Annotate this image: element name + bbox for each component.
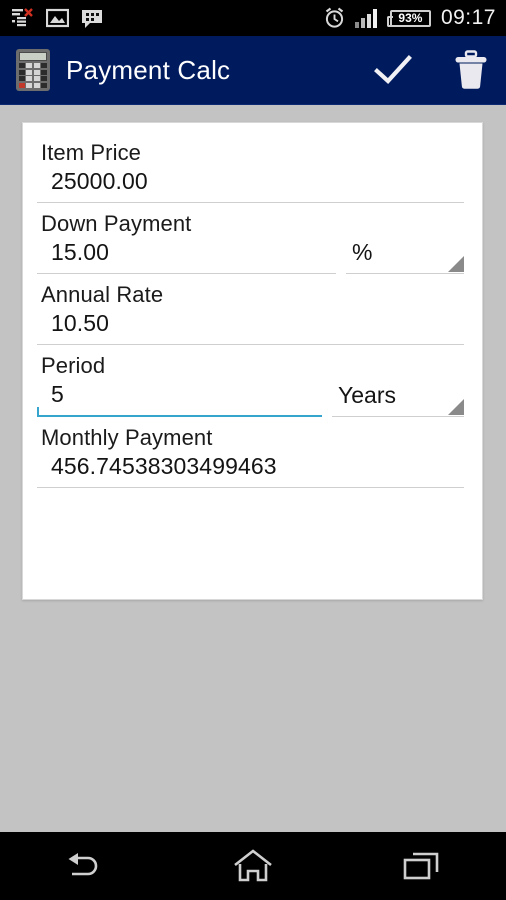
period-unit-label: Years (338, 381, 396, 408)
down-payment-input[interactable]: 15.00 (37, 240, 336, 275)
chevron-down-icon (448, 398, 464, 415)
status-bar-left-icons (12, 8, 103, 29)
field-label-item-price: Item Price (41, 140, 142, 165)
back-arrow-icon (68, 853, 98, 876)
field-annual-rate: Annual Rate 10.50 (37, 282, 464, 346)
down-payment-unit-spinner[interactable]: % (346, 239, 464, 275)
field-label-period: Period (41, 353, 106, 379)
chevron-down-icon (448, 256, 464, 273)
confirm-check-button[interactable] (372, 52, 414, 88)
item-price-input[interactable]: 25000.00 (37, 168, 464, 204)
monthly-payment-output[interactable]: 456.74538303499463 (37, 453, 464, 488)
field-label-down-payment: Down Payment (41, 211, 192, 237)
battery-percent-label: 93% (398, 11, 423, 25)
home-icon (234, 849, 272, 882)
payment-form-card: Item Price 25000.00 Down Payment 15.00 %… (22, 122, 483, 600)
down-payment-unit-label: % (352, 239, 373, 266)
annual-rate-input[interactable]: 10.50 (37, 311, 464, 346)
field-label-monthly-payment: Monthly Payment (41, 424, 213, 450)
calculator-display (19, 52, 47, 61)
task-error-icon (12, 8, 33, 27)
action-bar-buttons (372, 50, 488, 90)
nav-back-button[interactable] (39, 832, 129, 900)
calculator-keys (19, 63, 47, 88)
delete-button[interactable] (454, 50, 488, 90)
field-item-price: Item Price 25000.00 (37, 140, 464, 204)
bbm-chat-icon (82, 9, 102, 28)
nav-recents-button[interactable] (377, 832, 467, 900)
action-bar: Payment Calc (0, 36, 506, 105)
page-title: Payment Calc (66, 54, 231, 85)
signal-bars-icon (354, 9, 377, 28)
nav-home-button[interactable] (208, 832, 298, 900)
recents-icon (403, 852, 438, 880)
image-icon (46, 8, 69, 28)
android-navigation-bar (0, 832, 506, 900)
field-period: Period 5 Years (37, 353, 464, 417)
calculator-icon (16, 49, 50, 91)
field-down-payment: Down Payment 15.00 % (37, 211, 464, 275)
period-input[interactable]: 5 (37, 382, 322, 417)
battery-indicator: 93% (386, 9, 431, 27)
alarm-clock-icon (325, 7, 344, 28)
field-label-annual-rate: Annual Rate (41, 282, 164, 308)
period-unit-spinner[interactable]: Years (332, 381, 464, 417)
status-bar-right-icons: 93% 09:17 (324, 7, 496, 29)
status-bar-clock: 09:17 (440, 6, 496, 29)
field-monthly-payment: Monthly Payment 456.74538303499463 (37, 426, 464, 488)
status-bar: 93% 09:17 (0, 0, 506, 36)
